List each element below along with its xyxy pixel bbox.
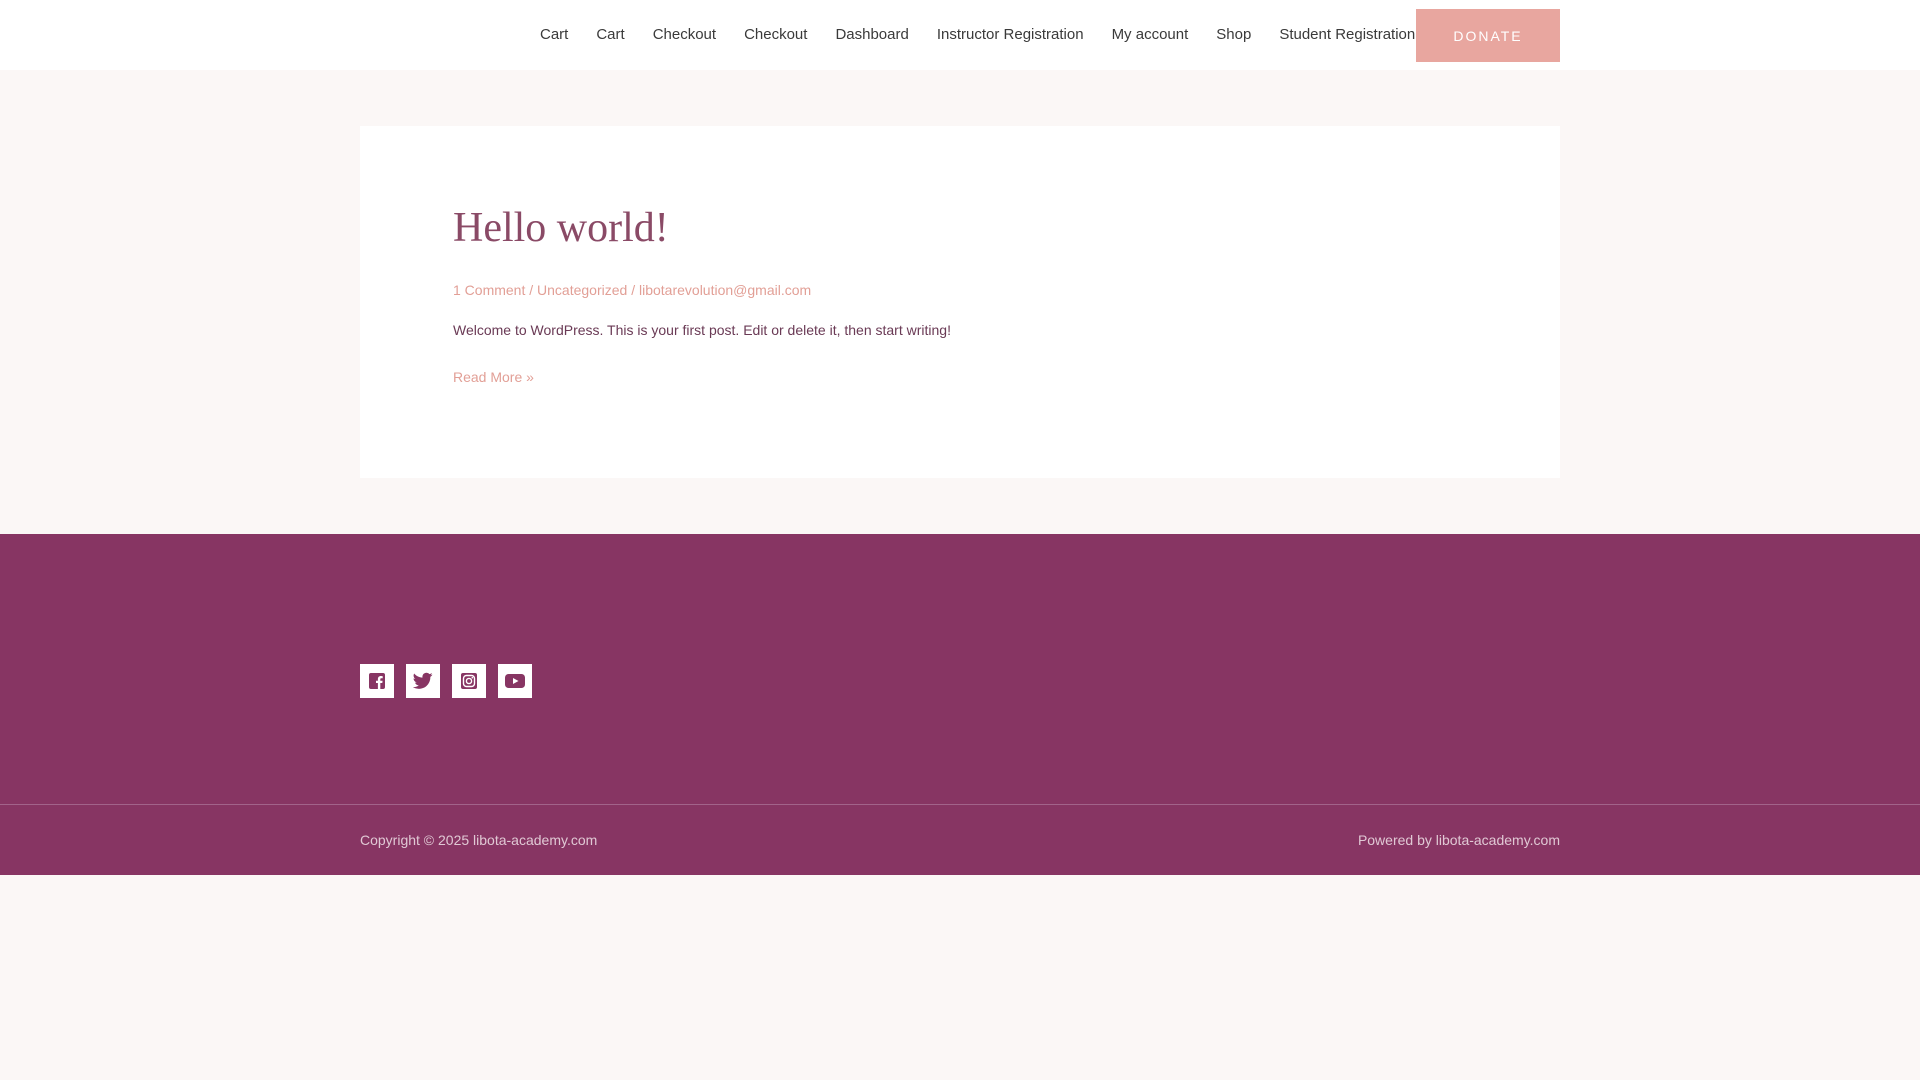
post-excerpt: Welcome to WordPress. This is your first…: [453, 322, 951, 338]
nav-item-instructor-registration[interactable]: Instructor Registration: [923, 0, 1098, 70]
instagram-icon: [461, 673, 477, 689]
instagram-button[interactable]: [452, 664, 486, 698]
author-link[interactable]: libotarevolution@gmail.com: [639, 282, 811, 298]
site-header: Cart Cart Checkout Checkout Dashboard In…: [0, 0, 1920, 70]
youtube-button[interactable]: [498, 664, 532, 698]
post-card: Hello world! 1 Comment / Uncategorized /…: [360, 126, 1560, 478]
nav-item-cart[interactable]: Cart: [526, 0, 582, 70]
youtube-icon: [505, 674, 525, 688]
category-link[interactable]: Uncategorized: [537, 282, 627, 298]
meta-separator-2: /: [627, 282, 639, 298]
nav-item-shop[interactable]: Shop: [1202, 0, 1265, 70]
meta-separator: /: [525, 282, 538, 298]
nav-item-my-account[interactable]: My account: [1098, 0, 1203, 70]
footer-bar: Copyright © 2025 libota-academy.com Powe…: [0, 804, 1920, 875]
facebook-button[interactable]: [360, 664, 394, 698]
nav-item-cart-2[interactable]: Cart: [582, 0, 638, 70]
footer-widgets: [0, 534, 1920, 804]
donate-button[interactable]: DONATE: [1416, 9, 1560, 62]
nav-item-dashboard[interactable]: Dashboard: [821, 0, 922, 70]
nav-item-checkout-2[interactable]: Checkout: [730, 0, 821, 70]
twitter-icon: [413, 672, 433, 689]
nav-item-student-registration[interactable]: Student Registration: [1265, 0, 1429, 70]
copyright-text: Copyright © 2025 libota-academy.com: [360, 832, 598, 848]
powered-by-text: Powered by libota-academy.com: [1357, 832, 1560, 848]
comments-link[interactable]: 1 Comment: [453, 282, 525, 298]
post-title[interactable]: Hello world!: [453, 204, 669, 252]
twitter-button[interactable]: [406, 664, 440, 698]
facebook-icon: [369, 673, 385, 689]
nav-item-checkout[interactable]: Checkout: [639, 0, 730, 70]
read-more-link[interactable]: Read More »: [453, 369, 534, 385]
social-icons: [360, 664, 532, 698]
main-nav: Cart Cart Checkout Checkout Dashboard In…: [526, 0, 1429, 70]
post-meta: 1 Comment / Uncategorized / libotarevolu…: [453, 282, 811, 298]
